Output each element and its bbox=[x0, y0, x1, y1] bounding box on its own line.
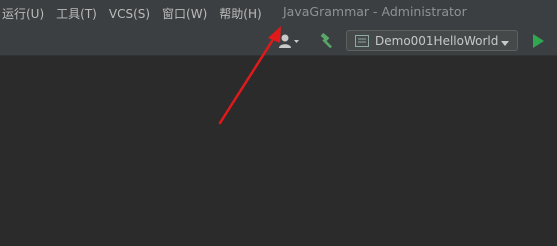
run-icon[interactable] bbox=[531, 33, 545, 49]
menu-bar: 运行(U) 工具(T) VCS(S) 窗口(W) 帮助(H) JavaGramm… bbox=[0, 0, 557, 27]
chevron-down-icon bbox=[500, 37, 510, 46]
toolbar: Demo001HelloWorld bbox=[0, 27, 557, 56]
menu-vcs[interactable]: VCS(S) bbox=[103, 7, 156, 21]
window-title: JavaGrammar - Administrator bbox=[283, 4, 467, 19]
run-config-label: Demo001HelloWorld bbox=[375, 33, 499, 48]
run-configuration-dropdown[interactable]: Demo001HelloWorld bbox=[346, 30, 518, 51]
run-config-icon bbox=[355, 34, 369, 47]
editor-area[interactable] bbox=[0, 56, 557, 246]
menu-run[interactable]: 运行(U) bbox=[0, 5, 50, 22]
menu-window[interactable]: 窗口(W) bbox=[156, 5, 213, 22]
menu-help[interactable]: 帮助(H) bbox=[213, 5, 267, 22]
user-icon[interactable] bbox=[278, 33, 300, 49]
hammer-icon[interactable] bbox=[318, 32, 336, 50]
menu-tools[interactable]: 工具(T) bbox=[50, 5, 103, 22]
